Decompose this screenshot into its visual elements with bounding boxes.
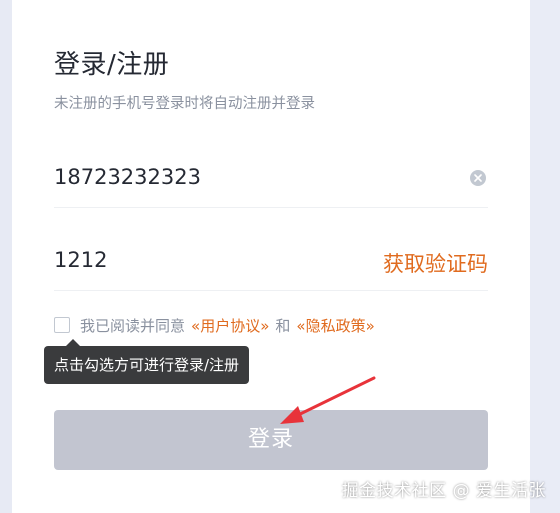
agreement-prefix: 我已阅读并同意: [80, 316, 186, 335]
agreement-checkbox[interactable]: [54, 317, 70, 333]
agreement-and-text: 和: [275, 316, 291, 335]
login-page: 登录/注册 未注册的手机号登录时将自动注册并登录 18723232323 121…: [0, 0, 560, 513]
watermark: 掘金技术社区 @ 爱生活张: [341, 481, 546, 501]
page-subtitle: 未注册的手机号登录时将自动注册并登录: [54, 96, 315, 112]
user-agreement-link[interactable]: «用户协议»: [191, 315, 269, 336]
background-right: [530, 0, 560, 513]
phone-field[interactable]: 18723232323: [54, 150, 488, 208]
get-code-button[interactable]: 获取验证码: [383, 248, 488, 278]
page-title: 登录/注册: [54, 50, 170, 80]
phone-input-value[interactable]: 18723232323: [54, 165, 201, 189]
agreement-tooltip: 点击勾选方可进行登录/注册: [44, 346, 250, 384]
code-input-value[interactable]: 1212: [54, 248, 107, 272]
privacy-policy-link[interactable]: «隐私政策»: [296, 315, 374, 336]
tooltip-arrow: [66, 339, 80, 346]
annotation-arrow-icon: [280, 376, 376, 424]
login-card: 登录/注册 未注册的手机号登录时将自动注册并登录 18723232323 121…: [12, 0, 530, 513]
verification-code-field[interactable]: 1212 获取验证码: [54, 233, 488, 291]
clear-icon[interactable]: [470, 170, 486, 186]
background-left: [0, 0, 12, 513]
agreement-row: 我已阅读并同意 «用户协议» 和 «隐私政策»: [54, 314, 375, 336]
close-icon: [474, 174, 482, 182]
